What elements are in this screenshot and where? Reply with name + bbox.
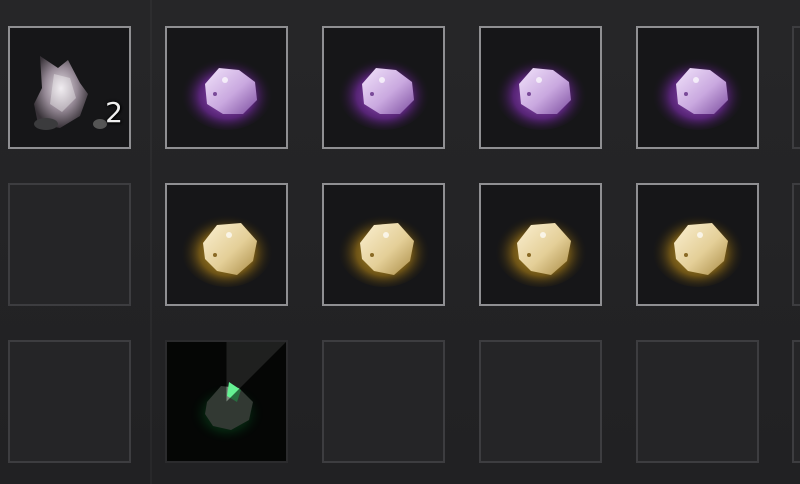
inventory-slot-r1c2[interactable] — [322, 183, 445, 306]
gold-ore-icon — [167, 185, 286, 304]
item-quantity: 2 — [105, 96, 123, 129]
purple-ore-icon — [481, 28, 600, 147]
inventory-slot-r1c0[interactable] — [8, 183, 131, 306]
inventory-slot-r2c0[interactable] — [8, 340, 131, 463]
inventory-slot-r1c4[interactable] — [636, 183, 759, 306]
dust-powder-icon — [10, 28, 129, 147]
inventory-slot-r1c5[interactable] — [792, 183, 800, 306]
inventory-slot-r2c4[interactable] — [636, 340, 759, 463]
gold-ore-icon — [638, 185, 757, 304]
inventory-slot-r2c2[interactable] — [322, 340, 445, 463]
inventory-slot-r2c3[interactable] — [479, 340, 602, 463]
inventory-slot-r2c5[interactable] — [792, 340, 800, 463]
inventory-slot-r0c5[interactable] — [792, 26, 800, 149]
purple-ore-icon — [638, 28, 757, 147]
purple-ore-icon — [324, 28, 443, 147]
gold-ore-icon — [324, 185, 443, 304]
inventory-slot-r2c1[interactable] — [165, 340, 288, 463]
inventory-slot-r0c0[interactable]: 2 — [8, 26, 131, 149]
inventory-slot-r0c4[interactable] — [636, 26, 759, 149]
inventory-panel: 2 — [0, 0, 800, 484]
inventory-slot-r0c1[interactable] — [165, 26, 288, 149]
inventory-slot-r0c2[interactable] — [322, 26, 445, 149]
purple-ore-icon — [167, 28, 286, 147]
inventory-slot-r1c3[interactable] — [479, 183, 602, 306]
panel-divider — [150, 0, 152, 484]
inventory-slot-r1c1[interactable] — [165, 183, 288, 306]
gold-ore-icon — [481, 185, 600, 304]
inventory-slot-r0c3[interactable] — [479, 26, 602, 149]
cooldown-overlay — [167, 342, 286, 461]
